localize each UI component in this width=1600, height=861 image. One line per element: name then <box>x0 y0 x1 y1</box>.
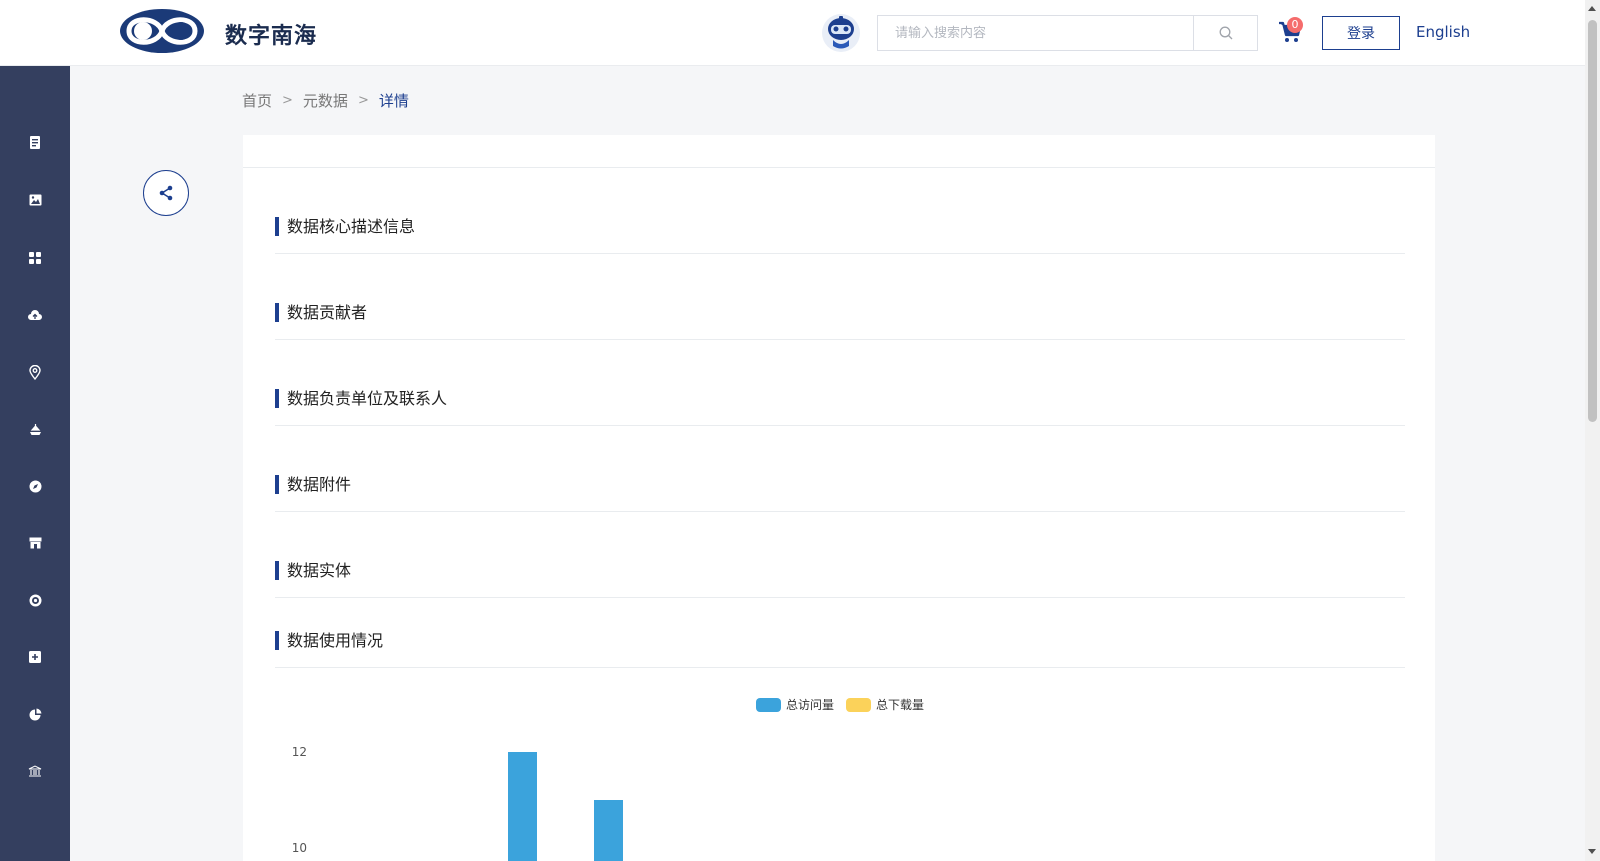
breadcrumb-home[interactable]: 首页 <box>242 90 272 111</box>
share-button[interactable] <box>143 170 189 216</box>
ship-icon <box>29 423 41 435</box>
search-button[interactable] <box>1193 16 1257 50</box>
chevron-right-icon: > <box>357 93 369 108</box>
scrollbar-thumb[interactable] <box>1588 20 1597 422</box>
chevron-right-icon: > <box>282 93 293 108</box>
chart-legend: 总访问量 总下载量 <box>756 696 936 713</box>
cart-count-badge: 0 <box>1287 17 1303 33</box>
sidebar-item-institution[interactable] <box>0 751 70 791</box>
top-header: 数字南海 0 登录 English <box>0 0 1585 66</box>
image-icon <box>29 194 41 206</box>
section-title: 数据核心描述信息 <box>287 217 416 236</box>
section-title: 数据使用情况 <box>287 631 384 650</box>
breadcrumb: 首页 > 元数据 > 详情 <box>242 90 409 111</box>
language-switch-link[interactable]: English <box>1416 23 1470 41</box>
section-accent-bar <box>275 303 279 322</box>
sidebar-nav <box>0 66 70 861</box>
scroll-up-arrow-icon[interactable] <box>1588 6 1596 11</box>
pie-chart-icon <box>29 708 41 720</box>
page-scrollbar[interactable] <box>1585 0 1600 861</box>
grid-icon <box>29 252 41 264</box>
section-title: 数据贡献者 <box>287 303 368 322</box>
sidebar-item-ship[interactable] <box>0 409 70 449</box>
login-button[interactable]: 登录 <box>1322 16 1400 50</box>
usage-bar-chart: 总访问量 总下载量 12 10 <box>243 680 1435 861</box>
sidebar-item-add[interactable] <box>0 637 70 677</box>
sidebar-item-image[interactable] <box>0 180 70 220</box>
sidebar-item-document[interactable] <box>0 123 70 163</box>
sidebar-item-location[interactable] <box>0 352 70 392</box>
breadcrumb-metadata[interactable]: 元数据 <box>303 90 348 111</box>
sidebar-item-target[interactable] <box>0 580 70 620</box>
share-icon <box>159 185 173 201</box>
section-entities[interactable]: 数据实体 <box>275 512 1405 598</box>
store-icon <box>29 537 41 549</box>
search-icon <box>1219 26 1232 40</box>
target-icon <box>29 594 41 606</box>
y-tick-label: 10 <box>291 841 307 855</box>
plus-square-icon <box>29 651 41 663</box>
search-input[interactable] <box>878 16 1194 50</box>
section-contributors[interactable]: 数据贡献者 <box>275 254 1405 340</box>
building-icon <box>28 765 42 777</box>
section-accent-bar <box>275 389 279 408</box>
legend-swatch <box>756 697 781 712</box>
section-responsible-unit[interactable]: 数据负责单位及联系人 <box>275 340 1405 426</box>
section-title: 数据附件 <box>287 475 352 494</box>
compass-icon <box>29 480 41 492</box>
sidebar-item-explore[interactable] <box>0 466 70 506</box>
sidebar-item-upload[interactable] <box>0 295 70 335</box>
card-header-strip <box>243 135 1435 168</box>
bar-visits-0[interactable] <box>508 752 537 861</box>
breadcrumb-current: 详情 <box>378 92 409 110</box>
section-usage[interactable]: 数据使用情况 <box>275 598 1405 668</box>
section-attachments[interactable]: 数据附件 <box>275 426 1405 512</box>
y-tick-label: 12 <box>291 745 307 759</box>
scroll-down-arrow-icon[interactable] <box>1588 849 1596 854</box>
section-accent-bar <box>275 217 279 236</box>
document-icon <box>30 136 40 149</box>
legend-item-downloads[interactable]: 总下载量 <box>846 696 924 713</box>
location-pin-icon <box>29 364 41 380</box>
search-box <box>877 15 1258 51</box>
section-title: 数据负责单位及联系人 <box>287 389 448 408</box>
sidebar-item-apps[interactable] <box>0 238 70 278</box>
section-accent-bar <box>275 475 279 494</box>
sidebar-item-statistics[interactable] <box>0 694 70 734</box>
legend-item-visits[interactable]: 总访问量 <box>756 696 834 713</box>
legend-swatch <box>846 697 872 712</box>
robot-assistant-icon[interactable] <box>821 13 861 53</box>
sidebar-item-store[interactable] <box>0 523 70 563</box>
section-core-description[interactable]: 数据核心描述信息 <box>275 168 1405 254</box>
detail-content-card: 数据核心描述信息 数据贡献者 数据负责单位及联系人 数据附件 数据实体 数据使用… <box>243 135 1435 861</box>
cloud-upload-icon <box>28 309 42 320</box>
brand-title: 数字南海 <box>225 24 318 49</box>
section-accent-bar <box>275 631 279 650</box>
logo-icon[interactable] <box>119 8 205 54</box>
legend-label: 总下载量 <box>876 698 925 712</box>
section-accent-bar <box>275 561 279 580</box>
bar-visits-1[interactable] <box>594 800 623 861</box>
section-title: 数据实体 <box>287 561 352 580</box>
legend-label: 总访问量 <box>786 698 835 712</box>
